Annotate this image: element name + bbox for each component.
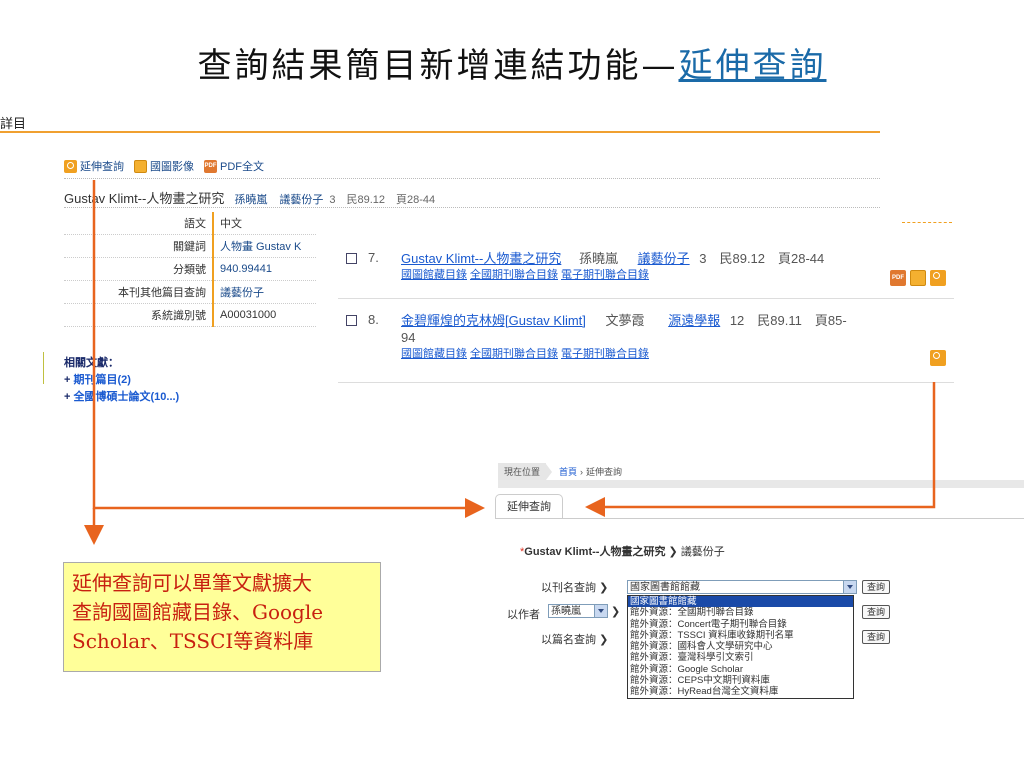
arrow-toolbar-to-tab [92,180,485,518]
arrow-result-to-tab [585,382,936,517]
connector-arrows [84,180,936,545]
